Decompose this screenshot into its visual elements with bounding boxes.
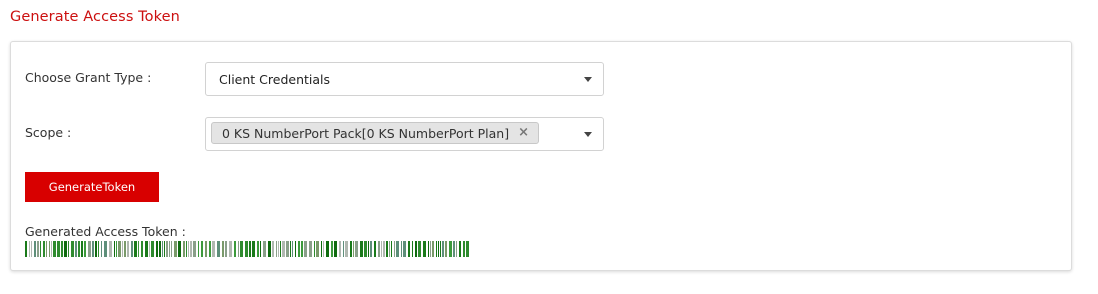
page-title: Generate Access Token: [10, 9, 180, 25]
grant-type-value: Client Credentials: [219, 72, 331, 87]
scope-label: Scope :: [25, 125, 72, 140]
grant-type-select[interactable]: Client Credentials: [205, 62, 604, 96]
scope-tag: 0 KS NumberPort Pack[0 KS NumberPort Pla…: [211, 122, 539, 144]
generate-token-button[interactable]: GenerateToken: [25, 172, 159, 202]
close-icon[interactable]: ×: [518, 125, 529, 140]
grant-type-label: Choose Grant Type :: [25, 70, 152, 85]
token-card: Choose Grant Type : Client Credentials S…: [10, 41, 1072, 271]
scope-select[interactable]: 0 KS NumberPort Pack[0 KS NumberPort Pla…: [205, 117, 604, 151]
token-value: [25, 241, 469, 257]
caret-down-icon: [584, 132, 592, 137]
caret-down-icon: [584, 77, 592, 82]
scope-tag-label: 0 KS NumberPort Pack[0 KS NumberPort Pla…: [222, 126, 510, 141]
generated-token-label: Generated Access Token :: [25, 224, 186, 239]
